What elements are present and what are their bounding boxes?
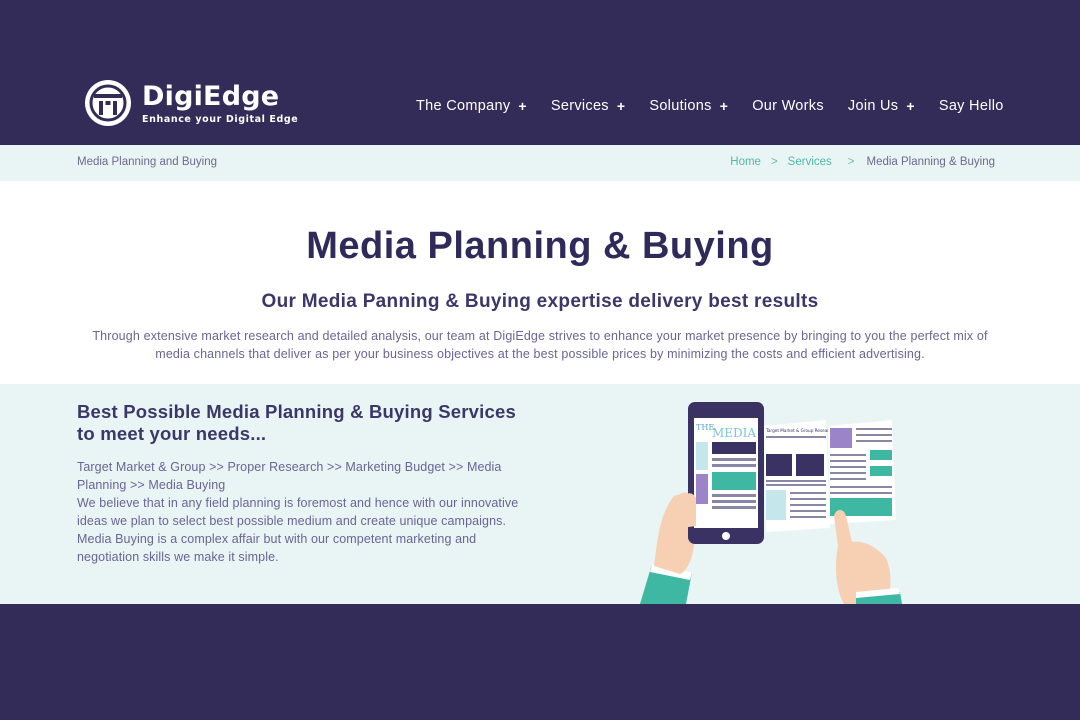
nav-item-say-hello[interactable]: Say Hello [939, 98, 1004, 114]
nav-item-join-us[interactable]: Join Us + [848, 98, 915, 114]
breadcrumb-separator: > [847, 156, 855, 168]
nav-item-label: Say Hello [938, 98, 1004, 114]
brand-name: DigiEdge [142, 81, 280, 112]
brand-logo-icon [85, 80, 131, 126]
breadcrumb-bar: Media Planning and Buying Home > Service… [0, 145, 1080, 181]
page-subtitle: Our Media Panning & Buying expertise del… [261, 291, 819, 312]
svg-text:Target Market & Group Research: Target Market & Group Research [765, 428, 834, 433]
nav-item-label: Our Works [752, 98, 824, 114]
plus-icon: + [906, 98, 915, 114]
breadcrumb-home-link[interactable]: Home [730, 156, 761, 168]
nav-item-services[interactable]: Services + [551, 98, 625, 114]
feature-body: We believe that in any field planning is… [77, 496, 519, 564]
brand-tagline: Enhance your Digital Edge [142, 114, 299, 125]
nav-item-the-company[interactable]: The Company + [416, 98, 527, 114]
nav-item-label: Join Us [847, 98, 899, 114]
breadcrumb-services-link[interactable]: Services [788, 156, 832, 168]
plus-icon: + [518, 98, 527, 114]
svg-text:MEDIA: MEDIA [712, 426, 756, 440]
feature-steps: Target Market & Group >> Proper Research… [77, 460, 502, 492]
nav-item-label: Services [550, 98, 609, 114]
footer-band [0, 604, 1080, 720]
nav-item-label: Solutions [649, 98, 712, 114]
brand-logo[interactable]: DigiEdge Enhance your Digital Edge [84, 79, 298, 127]
nav-item-our-works[interactable]: Our Works [752, 98, 824, 114]
nav-item-label: The Company [416, 98, 511, 114]
intro-paragraph: Through extensive market research and de… [92, 329, 988, 361]
media-illustration: THE MEDIA Target Market & Group Research [640, 402, 902, 604]
main-nav: The Company + Services + Solutions + Our… [416, 98, 1004, 114]
site-header: DigiEdge Enhance your Digital Edge The C… [0, 0, 1080, 145]
plus-icon: + [719, 98, 729, 114]
feature-section: Best Possible Media Planning & Buying Se… [0, 384, 1080, 604]
feature-title: Best Possible Media Planning & Buying Se… [77, 401, 516, 444]
nav-item-solutions[interactable]: Solutions + [649, 98, 728, 114]
page-title: Media Planning & Buying [306, 225, 774, 267]
breadcrumb-current: Media Planning & Buying [866, 156, 996, 168]
main-intro-section: Media Planning & Buying Our Media Pannin… [0, 181, 1080, 384]
breadcrumb-page-label: Media Planning and Buying [77, 156, 218, 168]
breadcrumb-separator: > [770, 156, 778, 168]
feature-text: Target Market & Group >> Proper Research… [77, 458, 537, 566]
breadcrumb: Home > Services > Media Planning & Buyin… [730, 156, 995, 168]
plus-icon: + [616, 98, 626, 114]
